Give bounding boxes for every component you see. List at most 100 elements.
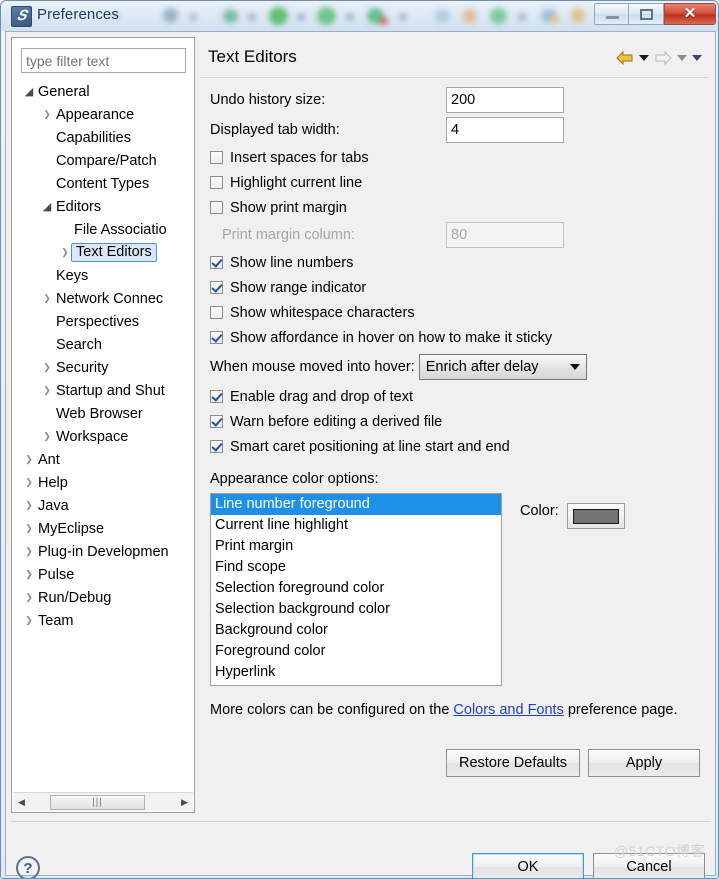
tree-item-text-editors[interactable]: ❯ Text Editors bbox=[12, 241, 194, 264]
tree-item-run-debug[interactable]: ❯ Run/Debug bbox=[12, 586, 194, 609]
expand-arrow-closed-icon[interactable]: ❯ bbox=[22, 500, 36, 511]
checkbox-unchecked-icon[interactable] bbox=[210, 176, 223, 189]
checkbox-row[interactable]: Show affordance in hover on how to make … bbox=[210, 325, 702, 350]
tree-item-security[interactable]: ❯ Security bbox=[12, 356, 194, 379]
color-option-item[interactable]: Print margin bbox=[211, 536, 501, 557]
restore-defaults-button[interactable]: Restore Defaults bbox=[446, 749, 580, 777]
checkbox-unchecked-icon[interactable] bbox=[210, 201, 223, 214]
expand-arrow-closed-icon[interactable]: ❯ bbox=[40, 109, 54, 120]
expand-arrow-closed-icon[interactable]: ❯ bbox=[22, 477, 36, 488]
tree-item-java[interactable]: ❯ Java bbox=[12, 494, 194, 517]
colors-and-fonts-link[interactable]: Colors and Fonts bbox=[453, 702, 563, 718]
hover-select[interactable]: Enrich after delay bbox=[418, 354, 587, 380]
forward-history-button[interactable] bbox=[677, 55, 687, 61]
appearance-color-list[interactable]: Line number foreground Current line highl… bbox=[210, 493, 502, 686]
filter-input[interactable] bbox=[21, 48, 186, 73]
checkbox-checked-icon[interactable] bbox=[210, 331, 223, 344]
tree-item-perspectives[interactable]: Perspectives bbox=[12, 310, 194, 333]
expand-arrow-closed-icon[interactable]: ❯ bbox=[40, 385, 54, 396]
chevron-down-icon bbox=[677, 55, 687, 61]
color-option-item[interactable]: Selection foreground color bbox=[211, 578, 501, 599]
apply-button[interactable]: Apply bbox=[588, 749, 700, 777]
tree-item-search[interactable]: Search bbox=[12, 333, 194, 356]
expand-arrow-closed-icon[interactable]: ❯ bbox=[22, 546, 36, 557]
minimize-button[interactable] bbox=[594, 3, 629, 25]
tree-item-pulse[interactable]: ❯ Pulse bbox=[12, 563, 194, 586]
expand-arrow-closed-icon[interactable]: ❯ bbox=[22, 569, 36, 580]
scroll-left-icon[interactable]: ◀ bbox=[13, 794, 30, 811]
expand-arrow-closed-icon[interactable]: ❯ bbox=[40, 293, 54, 304]
tree-item-plug-in-developmen[interactable]: ❯ Plug-in Developmen bbox=[12, 540, 194, 563]
tree-item-file-associatio[interactable]: File Associatio bbox=[12, 218, 194, 241]
tree-item-ant[interactable]: ❯ Ant bbox=[12, 448, 194, 471]
expand-arrow-closed-icon[interactable]: ❯ bbox=[22, 615, 36, 626]
scroll-track[interactable]: ||| bbox=[30, 794, 176, 811]
back-button[interactable] bbox=[616, 51, 634, 65]
tree-item-workspace[interactable]: ❯ Workspace bbox=[12, 425, 194, 448]
close-button[interactable]: ✕ bbox=[664, 3, 716, 25]
expand-arrow-open-icon[interactable]: ◢ bbox=[22, 85, 36, 98]
tree-item-label: Editors bbox=[56, 198, 102, 215]
tree-item-compare-patch[interactable]: Compare/Patch bbox=[12, 149, 194, 172]
tree-item-content-types[interactable]: Content Types bbox=[12, 172, 194, 195]
checkbox-checked-icon[interactable] bbox=[210, 281, 223, 294]
checkbox-row[interactable]: Show whitespace characters bbox=[210, 300, 702, 325]
expand-arrow-closed-icon[interactable]: ❯ bbox=[22, 454, 36, 465]
maximize-button[interactable] bbox=[629, 3, 664, 25]
tree-item-label: Keys bbox=[56, 267, 89, 284]
color-option-item[interactable]: Line number foreground bbox=[211, 494, 501, 515]
tree-item-editors[interactable]: ◢ Editors bbox=[12, 195, 194, 218]
page-menu-button[interactable] bbox=[692, 55, 702, 61]
checkbox-row[interactable]: Show print margin bbox=[210, 195, 702, 220]
color-swatch-button[interactable] bbox=[566, 503, 625, 529]
color-option-item[interactable]: Current line highlight bbox=[211, 515, 501, 536]
tree-item-team[interactable]: ❯ Team bbox=[12, 609, 194, 632]
checkbox-checked-icon[interactable] bbox=[210, 390, 223, 403]
color-option-item[interactable]: Background color bbox=[211, 620, 501, 641]
expand-arrow-closed-icon[interactable]: ❯ bbox=[58, 247, 72, 258]
tree-item-myeclipse[interactable]: ❯ MyEclipse bbox=[12, 517, 194, 540]
ok-button[interactable]: OK bbox=[472, 853, 584, 878]
tree-item-web-browser[interactable]: Web Browser bbox=[12, 402, 194, 425]
checkbox-row[interactable]: Insert spaces for tabs bbox=[210, 145, 702, 170]
back-history-button[interactable] bbox=[639, 55, 649, 61]
expand-arrow-open-icon[interactable]: ◢ bbox=[40, 200, 54, 213]
color-option-item[interactable]: Selection background color bbox=[211, 599, 501, 620]
expand-arrow-closed-icon[interactable]: ❯ bbox=[40, 431, 54, 442]
color-option-item[interactable]: Find scope bbox=[211, 557, 501, 578]
checkbox-checked-icon[interactable] bbox=[210, 256, 223, 269]
help-question-icon[interactable]: ? bbox=[16, 856, 40, 878]
checkbox-row[interactable]: Smart caret positioning at line start an… bbox=[210, 434, 702, 459]
checkbox-row[interactable]: Show line numbers bbox=[210, 250, 702, 275]
expand-arrow-closed-icon[interactable]: ❯ bbox=[22, 523, 36, 534]
color-option-item[interactable]: Foreground color bbox=[211, 641, 501, 662]
field-input[interactable] bbox=[446, 87, 564, 113]
field-input[interactable] bbox=[446, 117, 564, 143]
tree-item-general[interactable]: ◢ General bbox=[12, 80, 194, 103]
checkbox-row[interactable]: Enable drag and drop of text bbox=[210, 384, 702, 409]
checkbox-checked-icon[interactable] bbox=[210, 440, 223, 453]
tree-item-appearance[interactable]: ❯ Appearance bbox=[12, 103, 194, 126]
tree-item-capabilities[interactable]: Capabilities bbox=[12, 126, 194, 149]
checkbox-row[interactable]: Warn before editing a derived file bbox=[210, 409, 702, 434]
checkbox-row[interactable]: Highlight current line bbox=[210, 170, 702, 195]
scroll-right-icon[interactable]: ▶ bbox=[176, 794, 193, 811]
forward-button[interactable] bbox=[654, 51, 672, 65]
tree-horizontal-scrollbar[interactable]: ◀ ||| ▶ bbox=[13, 792, 193, 811]
checkbox-row[interactable]: Show range indicator bbox=[210, 275, 702, 300]
scroll-thumb[interactable]: ||| bbox=[50, 794, 145, 810]
tree-item-network-connec[interactable]: ❯ Network Connec bbox=[12, 287, 194, 310]
checkbox-group-middle: Show line numbers Show range indicator Sho… bbox=[210, 250, 702, 350]
expand-arrow-closed-icon[interactable]: ❯ bbox=[22, 592, 36, 603]
color-option-item[interactable]: Hyperlink bbox=[211, 662, 501, 683]
preference-tree[interactable]: ◢ General ❯ Appearance Capabilities Compare/P… bbox=[12, 80, 194, 780]
checkbox-unchecked-icon[interactable] bbox=[210, 306, 223, 319]
expand-arrow-closed-icon[interactable]: ❯ bbox=[40, 362, 54, 373]
print-margin-input[interactable] bbox=[446, 222, 564, 248]
checkbox-unchecked-icon[interactable] bbox=[210, 151, 223, 164]
checkbox-checked-icon[interactable] bbox=[210, 415, 223, 428]
tree-item-startup-and-shut[interactable]: ❯ Startup and Shut bbox=[12, 379, 194, 402]
tree-item-keys[interactable]: Keys bbox=[12, 264, 194, 287]
appearance-color-options-label: Appearance color options: bbox=[210, 471, 379, 487]
tree-item-help[interactable]: ❯ Help bbox=[12, 471, 194, 494]
